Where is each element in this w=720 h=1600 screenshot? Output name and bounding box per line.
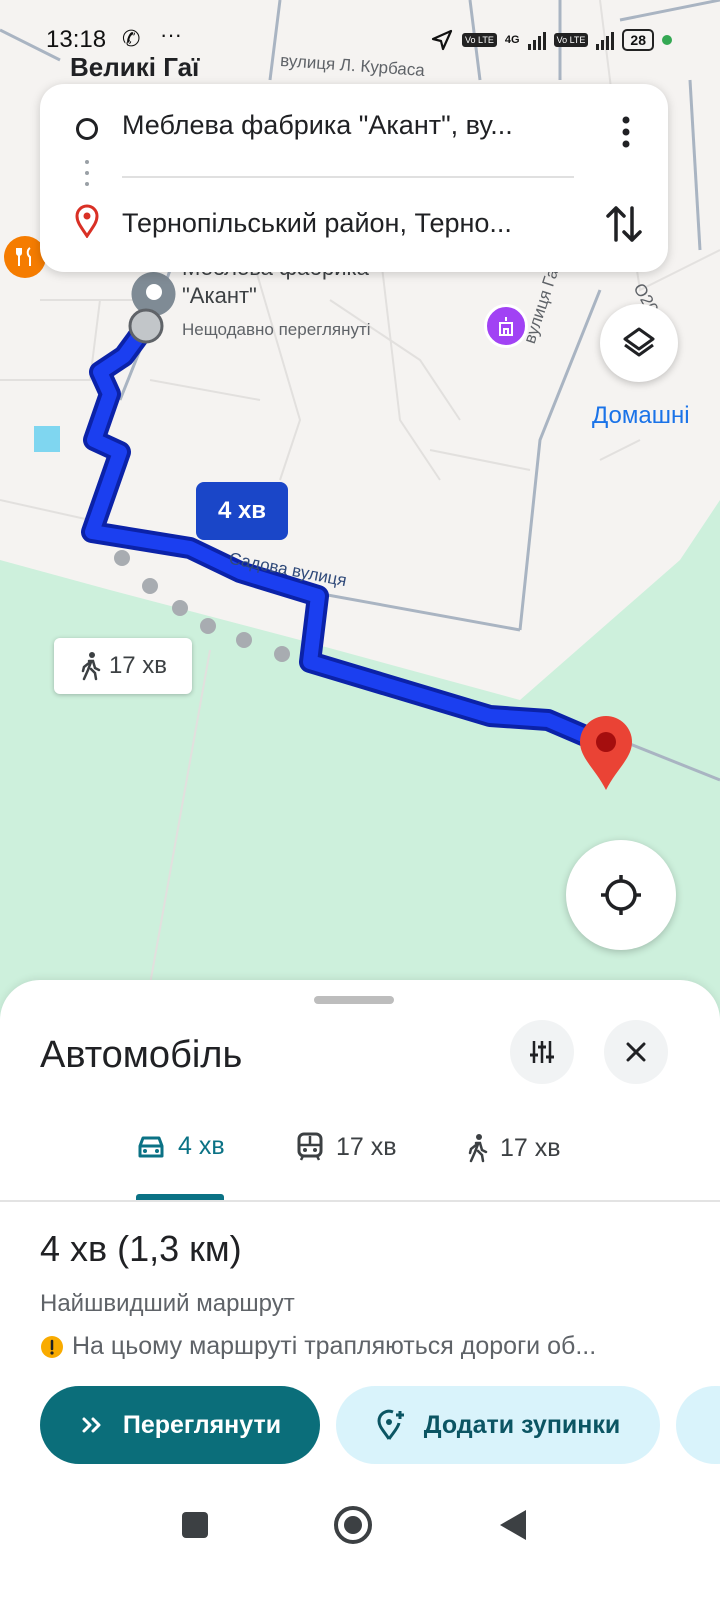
viber-icon: ✆ [122, 26, 141, 51]
origin-circle-icon [76, 118, 98, 140]
my-location-button[interactable] [566, 840, 676, 950]
travel-mode-tabs: 4 хв 17 хв 17 хв [0, 1120, 720, 1202]
origin-row[interactable]: Меблева фабрика "Акант", ву... [40, 84, 668, 168]
recents-button[interactable] [170, 1500, 220, 1550]
walk-icon [81, 652, 101, 681]
drive-time-callout[interactable]: 4 хв [196, 482, 288, 540]
sheet-title: Автомобіль [40, 1034, 243, 1076]
more-options-button[interactable] [614, 112, 638, 152]
more-notifications-icon: ··· [160, 22, 182, 47]
walk-icon [468, 1134, 488, 1163]
swap-vert-icon [606, 206, 642, 242]
layers-button[interactable] [600, 304, 678, 382]
tab-walking[interactable]: 17 хв [466, 1132, 561, 1164]
back-triangle-icon [500, 1510, 526, 1540]
add-stops-button[interactable]: Додати зупинки [336, 1386, 660, 1464]
tune-icon [530, 1041, 554, 1063]
add-location-icon [377, 1409, 404, 1440]
tabs-divider [0, 1200, 720, 1202]
route-subtitle: Найшвидший маршрут [40, 1290, 295, 1317]
tab-driving-label: 4 хв [178, 1132, 225, 1160]
drag-handle[interactable] [314, 996, 394, 1004]
system-nav-bar [0, 1500, 720, 1560]
more-vert-icon [622, 116, 630, 148]
privacy-dot-icon [662, 35, 672, 45]
tab-transit-label: 17 хв [336, 1132, 397, 1161]
landmark-pin[interactable] [484, 304, 528, 348]
square-icon [182, 1512, 208, 1538]
route-summary: 4 хв (1,3 км) [40, 1228, 242, 1269]
signal-icon [596, 30, 615, 50]
double-chevron-right-icon [82, 1417, 101, 1433]
divider [122, 176, 574, 178]
tab-transit[interactable]: 17 хв [296, 1132, 397, 1162]
volte-badge: Vo LTE [462, 33, 497, 47]
tab-walking-label: 17 хв [500, 1133, 561, 1162]
monument-icon [499, 317, 513, 336]
map-label-poi-sub: Нещодавно переглянуті [182, 320, 371, 339]
status-icons: Vo LTE 4G Vo LTE 28 [430, 28, 672, 52]
walk-time-label: 17 хв [108, 652, 168, 679]
battery-icon: 28 [622, 29, 654, 51]
destination-row[interactable]: Тернопільський район, Терно... [40, 182, 668, 266]
status-bar: 13:18 ✆ ··· Vo LTE 4G Vo LTE 28 [0, 22, 720, 58]
more-actions-button[interactable] [676, 1386, 720, 1464]
home-circle-icon [334, 1506, 372, 1544]
volte-badge: Vo LTE [553, 33, 589, 47]
crosshair-icon [601, 875, 641, 915]
destination-field[interactable]: Тернопільський район, Терно... [122, 208, 572, 239]
origin-marker [128, 272, 176, 344]
location-arrow-icon [431, 29, 453, 51]
swap-button[interactable] [604, 202, 644, 246]
preview-button[interactable]: Переглянути [40, 1386, 320, 1464]
map-label-place[interactable]: Домашні [592, 402, 690, 430]
add-stops-button-label: Додати зупинки [423, 1410, 621, 1439]
destination-pin-icon [75, 204, 99, 238]
transit-icon [297, 1132, 323, 1161]
origin-field[interactable]: Меблева фабрика "Акант", ву... [122, 110, 572, 141]
route-warning[interactable]: На цьому маршруті трапляються дороги об.… [40, 1332, 680, 1361]
route-card: Меблева фабрика "Акант", ву... Тернопіль… [40, 84, 668, 272]
close-icon [626, 1042, 646, 1062]
close-button[interactable] [604, 1020, 668, 1084]
route-warning-text: На цьому маршруті трапляються дороги об.… [72, 1332, 597, 1360]
home-button[interactable] [328, 1500, 378, 1550]
fork-knife-icon [16, 247, 31, 266]
route-options-button[interactable] [510, 1020, 574, 1084]
back-button[interactable] [488, 1500, 538, 1550]
status-time: 13:18 [46, 26, 107, 53]
network-type: 4G [504, 34, 520, 46]
car-icon [138, 1136, 164, 1157]
directions-sheet: Автомобіль 4 хв 17 хв 17 хв 4 хв (1,3 км… [0, 980, 720, 1600]
tab-driving[interactable]: 4 хв [136, 1132, 225, 1161]
warning-icon [41, 1335, 63, 1358]
preview-button-label: Переглянути [122, 1410, 282, 1439]
walk-time-callout[interactable]: 17 хв [54, 638, 192, 694]
signal-icon [527, 30, 546, 50]
layers-icon [623, 327, 655, 357]
